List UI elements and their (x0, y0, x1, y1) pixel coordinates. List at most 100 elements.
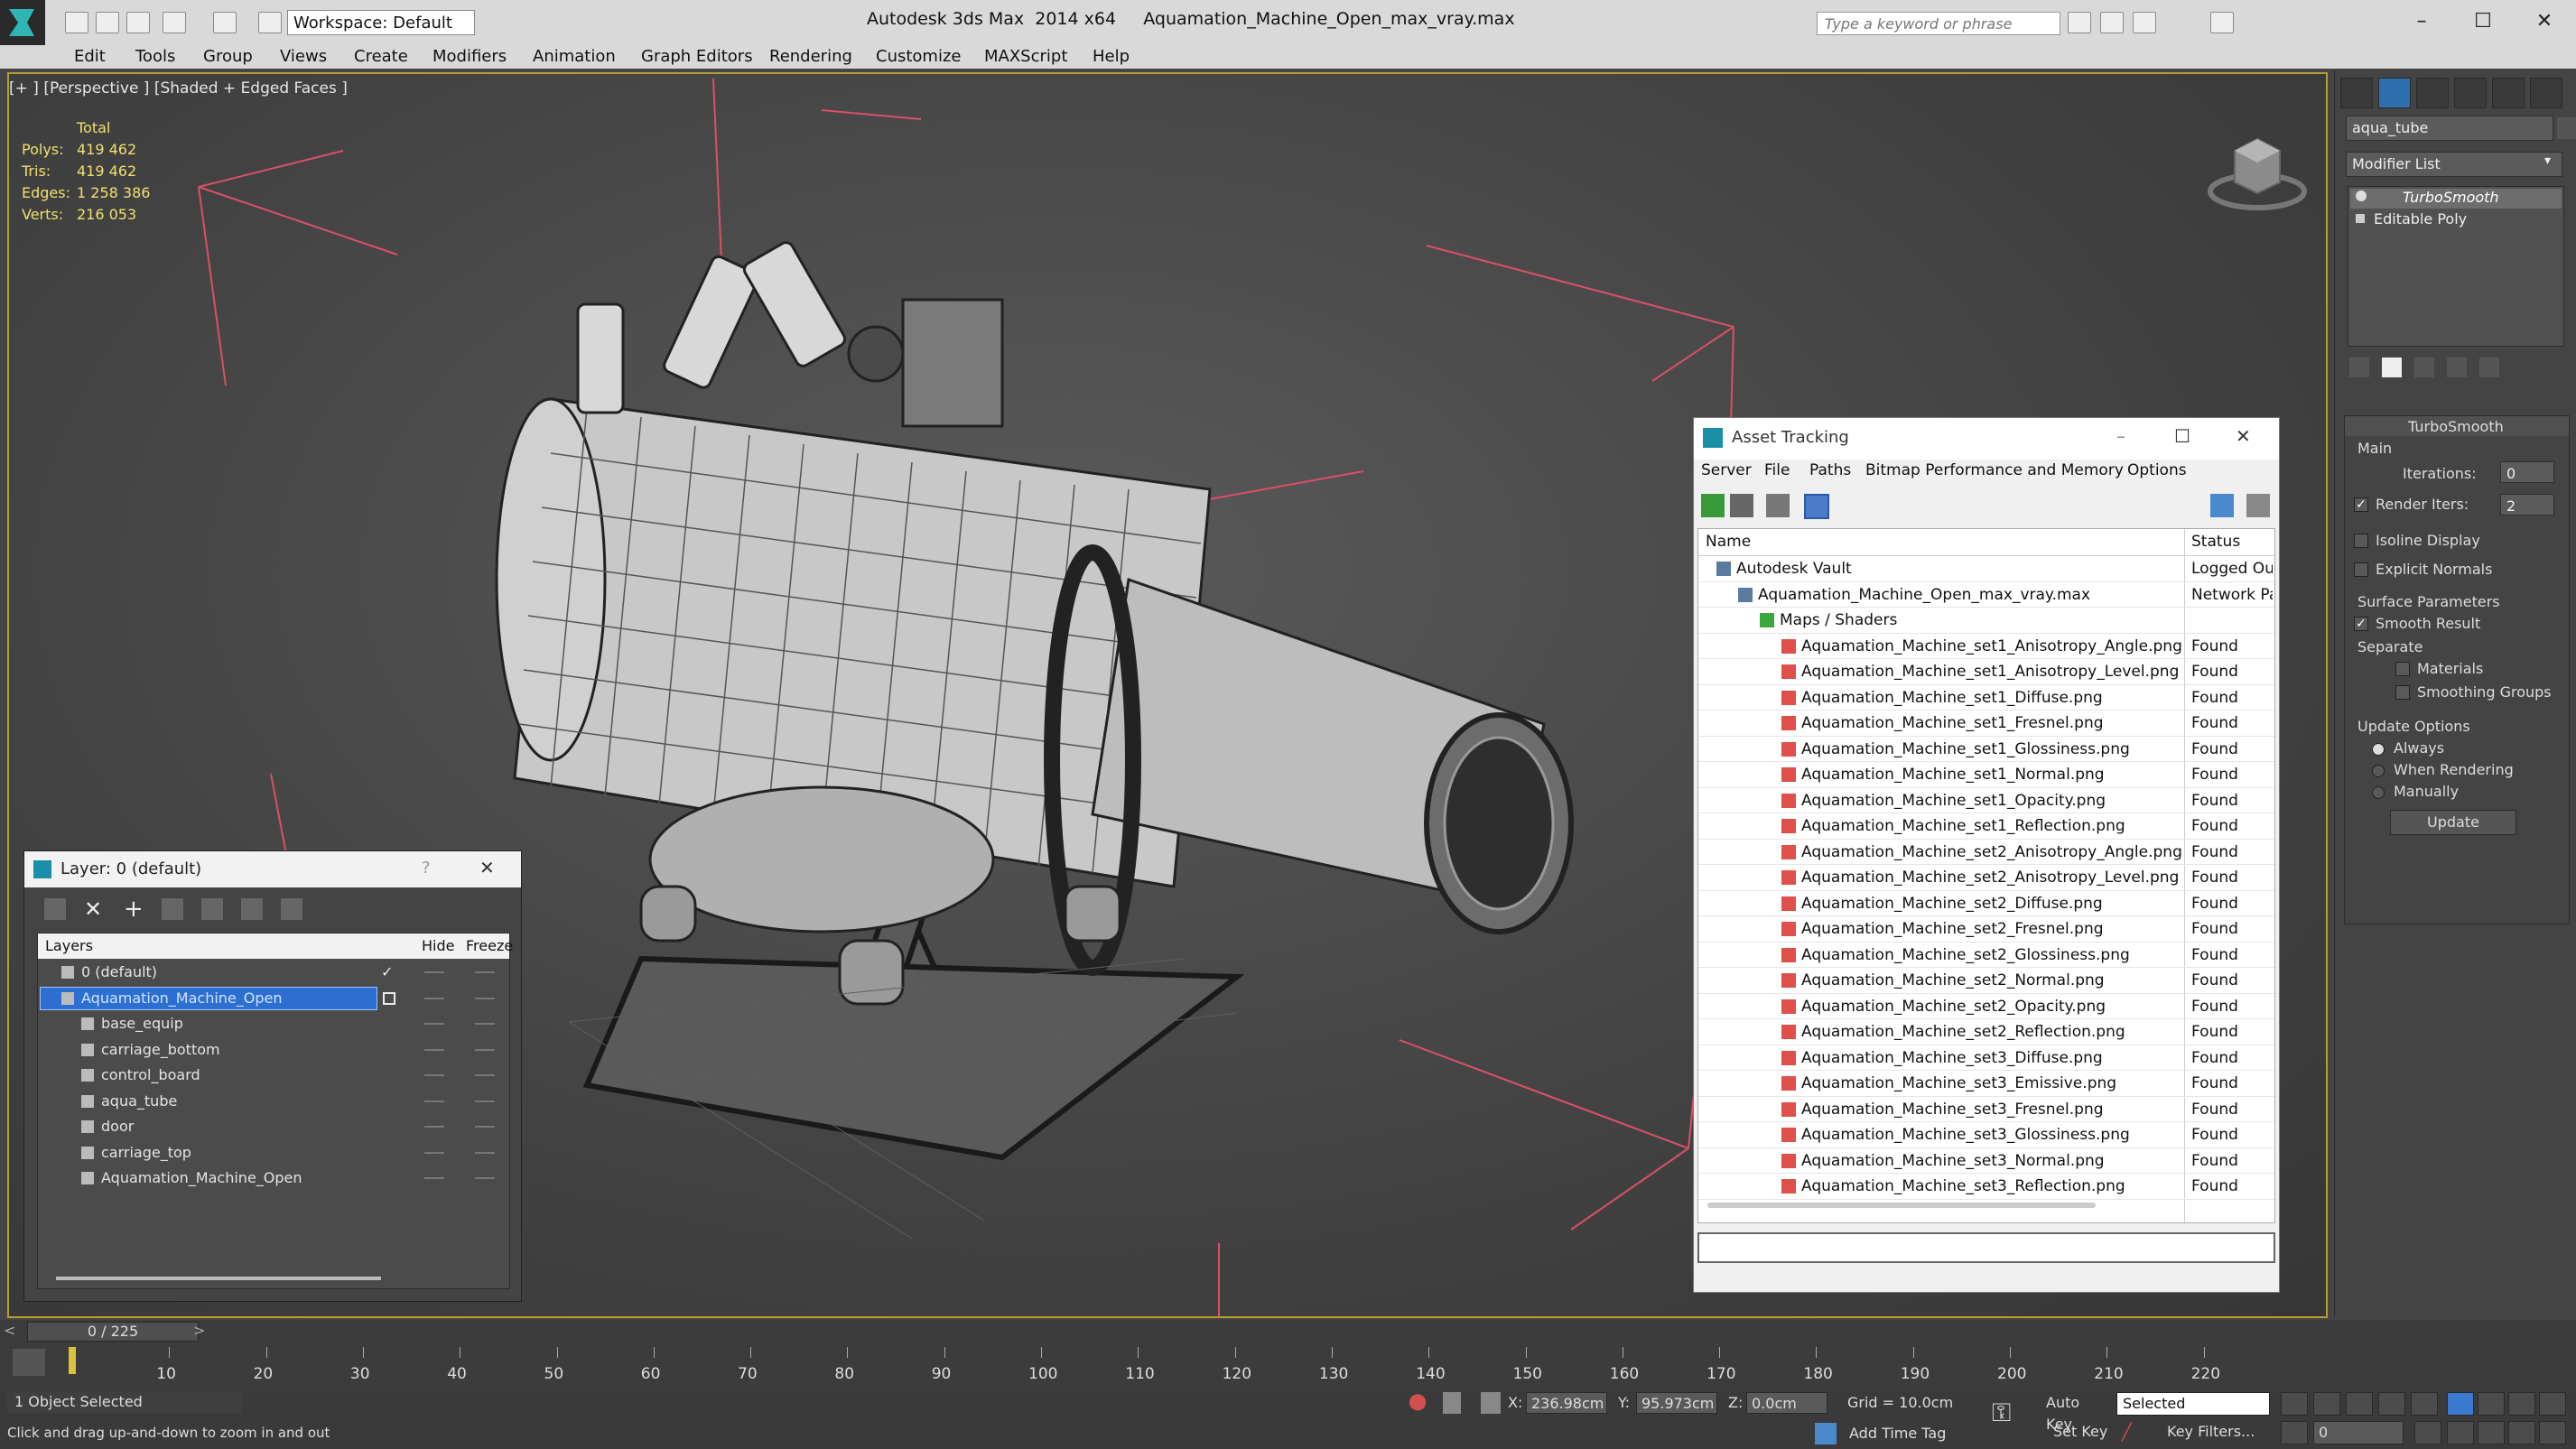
render-iters-spinner[interactable]: 2 (2500, 494, 2554, 516)
absolute-mode-icon[interactable] (1481, 1392, 1501, 1414)
menu-modifiers[interactable]: Modifiers (432, 47, 507, 66)
layer-row[interactable]: carriage_bottom (38, 1037, 509, 1064)
add-time-tag-button[interactable]: Add Time Tag (1849, 1425, 1946, 1442)
manually-radio[interactable] (2372, 786, 2385, 799)
menu-maxscript[interactable]: MAXScript (984, 47, 1067, 66)
delete-layer-icon[interactable]: ✕ (84, 898, 106, 920)
menu-create[interactable]: Create (354, 47, 408, 66)
track-bar[interactable]: 10 20 30 40 50 60 70 80 90 100 110 120 130 140 150 160 1… (0, 1343, 2576, 1398)
app-logo-icon[interactable] (0, 0, 45, 45)
asset-menu-file[interactable]: File (1764, 461, 1790, 479)
asset-row[interactable]: Aquamation_Machine_set3_Glossiness.png Fo… (1698, 1122, 2274, 1148)
object-name-field[interactable]: aqua_tube (2346, 116, 2553, 141)
asset-row[interactable]: Aquamation_Machine_set2_Anisotropy_Angle… (1698, 840, 2274, 865)
always-radio[interactable] (2372, 743, 2385, 756)
column-hide[interactable]: Hide (422, 937, 454, 954)
create-layer-icon[interactable] (44, 898, 66, 920)
asset-row[interactable]: Aquamation_Machine_set2_Opacity.png Found (1698, 994, 2274, 1019)
explicit-normals-checkbox[interactable] (2354, 562, 2368, 577)
asset-menu-bitmap-performance[interactable]: Bitmap Performance and Memory (1865, 461, 2124, 479)
time-configuration-icon[interactable] (2414, 1421, 2441, 1444)
save-file-icon[interactable] (126, 12, 150, 33)
minimize-button[interactable]: – (2395, 5, 2449, 38)
key-mode-toggle-icon[interactable] (2281, 1421, 2308, 1444)
y-coordinate-field[interactable]: 95.973cm (1636, 1392, 1717, 1414)
asset-row[interactable]: Aquamation_Machine_set3_Normal.png Found (1698, 1148, 2274, 1174)
layer-window-titlebar[interactable]: Layer: 0 (default) ? ✕ (24, 851, 521, 887)
freeze-unfreeze-all-icon[interactable] (281, 898, 302, 920)
hierarchy-tab-icon[interactable] (2416, 78, 2449, 108)
zoom-icon[interactable] (2447, 1392, 2474, 1416)
current-frame-marker[interactable] (69, 1347, 76, 1374)
hide-toggle[interactable] (424, 971, 444, 973)
freeze-toggle[interactable] (475, 1177, 495, 1179)
time-slider[interactable]: < 0 / 225 > (0, 1320, 2576, 1343)
set-current-layer-box[interactable] (383, 991, 395, 1005)
column-name[interactable]: Name (1706, 533, 1751, 551)
time-slider-prev-icon[interactable]: < (4, 1322, 15, 1339)
asset-row[interactable]: Aquamation_Machine_set1_Glossiness.png Fo… (1698, 737, 2274, 762)
asset-menu-paths[interactable]: Paths (1809, 461, 1851, 479)
configure-modifier-sets-icon[interactable] (2479, 358, 2499, 377)
stack-item-editable-poly[interactable]: Editable Poly (2374, 210, 2467, 228)
favorites-star-icon[interactable] (2133, 12, 2156, 33)
previous-frame-icon[interactable] (2313, 1392, 2340, 1416)
asset-menu-server[interactable]: Server (1701, 461, 1752, 479)
current-frame-field[interactable]: 0 (2313, 1421, 2404, 1444)
asset-row[interactable]: Aquamation_Machine_set3_Reflection.png Fo… (1698, 1174, 2274, 1200)
freeze-toggle[interactable] (475, 1074, 495, 1076)
menu-group[interactable]: Group (203, 47, 253, 66)
play-icon[interactable] (2346, 1392, 2373, 1416)
hide-toggle[interactable] (424, 1074, 444, 1076)
mini-curve-editor-icon[interactable] (13, 1349, 45, 1376)
redo-icon[interactable] (213, 12, 237, 33)
hide-toggle[interactable] (424, 997, 444, 999)
freeze-toggle[interactable] (475, 1048, 495, 1051)
render-iters-checkbox[interactable]: ✓ (2354, 497, 2368, 512)
asset-minimize-button[interactable]: – (2116, 425, 2125, 447)
layer-row[interactable]: Aquamation_Machine_Open (38, 986, 509, 1012)
motion-tab-icon[interactable] (2454, 78, 2487, 108)
pin-stack-icon[interactable] (2349, 358, 2369, 377)
asset-horizontal-scrollbar[interactable] (1707, 1203, 2096, 1208)
menu-graph-editors[interactable]: Graph Editors (641, 47, 753, 66)
modify-tab-icon[interactable] (2378, 78, 2411, 108)
menu-edit[interactable]: Edit (74, 47, 106, 66)
freeze-toggle[interactable] (475, 997, 495, 999)
field-of-view-icon[interactable] (2447, 1421, 2474, 1444)
orbit-icon[interactable] (2508, 1421, 2535, 1444)
table-view-icon[interactable] (1804, 494, 1829, 519)
asset-row[interactable]: Aquamation_Machine_set3_Emissive.png Foun… (1698, 1071, 2274, 1097)
current-layer-check-icon[interactable]: ✓ (381, 960, 393, 986)
materials-checkbox[interactable] (2395, 662, 2410, 676)
lock-selection-icon[interactable] (1443, 1392, 1461, 1414)
column-freeze[interactable]: Freeze (466, 937, 513, 954)
zoom-extents-all-icon[interactable] (2539, 1392, 2566, 1416)
key-filters-button[interactable]: Key Filters... (2167, 1423, 2255, 1440)
menu-animation[interactable]: Animation (533, 47, 616, 66)
asset-row[interactable]: Autodesk Vault Logged Out (1698, 556, 2274, 582)
asset-row[interactable]: Aquamation_Machine_set2_Reflection.png Fo… (1698, 1019, 2274, 1045)
modifier-list-dropdown[interactable]: Modifier List (2346, 152, 2562, 177)
viewcube-icon[interactable] (2203, 119, 2311, 218)
make-unique-icon[interactable] (2414, 358, 2434, 377)
x-coordinate-field[interactable]: 236.98cm (1526, 1392, 1607, 1414)
open-file-icon[interactable] (96, 12, 119, 33)
menu-views[interactable]: Views (280, 47, 327, 66)
freeze-toggle[interactable] (475, 1151, 495, 1154)
hide-toggle[interactable] (424, 1151, 444, 1154)
smoothing-groups-checkbox[interactable] (2395, 685, 2410, 700)
layer-row[interactable]: aqua_tube (38, 1089, 509, 1115)
add-to-layer-icon[interactable]: + (124, 897, 145, 921)
close-button[interactable]: ✕ (2517, 5, 2571, 38)
asset-row[interactable]: Aquamation_Machine_set2_Fresnel.png Found (1698, 916, 2274, 943)
object-color-swatch[interactable] (2557, 117, 2576, 139)
asset-row[interactable]: Aquamation_Machine_set1_Opacity.png Found (1698, 788, 2274, 813)
go-to-end-icon[interactable] (2411, 1392, 2438, 1416)
stack-item-turbosmooth[interactable]: TurboSmooth (2403, 189, 2499, 206)
pan-view-icon[interactable] (2478, 1421, 2505, 1444)
asset-row[interactable]: Aquamation_Machine_set2_Glossiness.png Fo… (1698, 943, 2274, 968)
time-slider-thumb[interactable]: 0 / 225 (27, 1322, 199, 1342)
show-end-result-icon[interactable] (2382, 358, 2402, 377)
asset-row[interactable]: Aquamation_Machine_set2_Diffuse.png Found (1698, 891, 2274, 916)
